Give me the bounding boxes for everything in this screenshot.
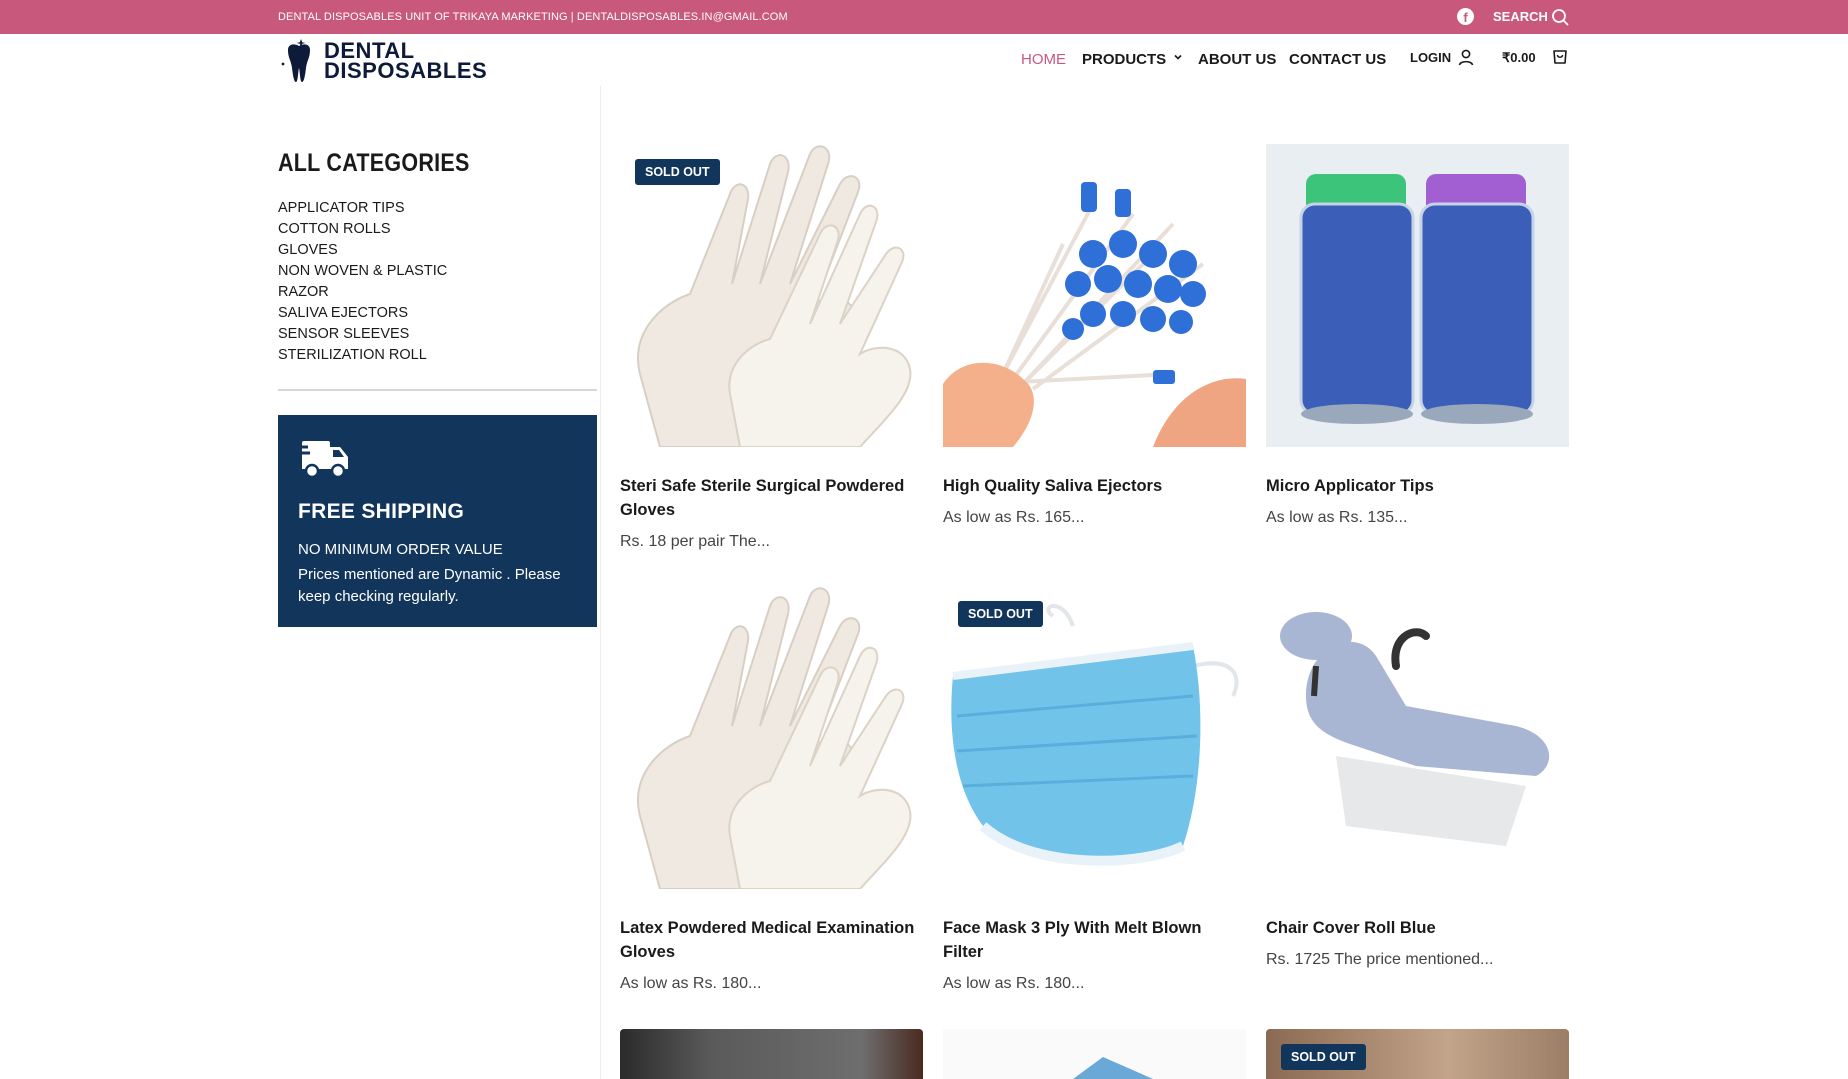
sold-out-badge: SOLD OUT: [635, 159, 720, 185]
free-shipping-box: FREE SHIPPING NO MINIMUM ORDER VALUE Pri…: [278, 415, 597, 627]
top-bar: DENTAL DISPOSABLES UNIT OF TRIKAYA MARKE…: [0, 0, 1848, 34]
product-image[interactable]: [1266, 144, 1569, 447]
site-logo[interactable]: DENTAL DISPOSABLES: [278, 36, 488, 84]
face-mask-image: [951, 604, 1239, 866]
category-link[interactable]: COTTON ROLLS: [278, 219, 447, 240]
category-link[interactable]: RAZOR: [278, 282, 447, 303]
nav-home[interactable]: HOME: [1021, 51, 1066, 68]
category-link[interactable]: APPLICATOR TIPS: [278, 198, 447, 219]
sold-out-badge: SOLD OUT: [1281, 1044, 1366, 1070]
product-image[interactable]: [1266, 586, 1569, 889]
category-link[interactable]: GLOVES: [278, 240, 447, 261]
micro-applicators-image: [1299, 174, 1535, 424]
topbar-contact-info: DENTAL DISPOSABLES UNIT OF TRIKAYA MARKE…: [278, 11, 788, 23]
sidebar-separator: [278, 389, 597, 391]
category-list: APPLICATOR TIPS COTTON ROLLS GLOVES NON …: [278, 198, 447, 366]
product-title[interactable]: Latex Powdered Medical Examination Glove…: [620, 916, 923, 964]
product-title[interactable]: Face Mask 3 Ply With Melt Blown Filter: [943, 916, 1246, 964]
product-price: As low as Rs. 165...: [943, 509, 1085, 526]
saliva-ejectors-image: [943, 182, 1246, 447]
product-title[interactable]: Chair Cover Roll Blue: [1266, 916, 1569, 940]
category-link[interactable]: SALIVA EJECTORS: [278, 303, 447, 324]
site-header: DENTAL DISPOSABLES HOME PRODUCTS ABOUT U…: [0, 34, 1848, 86]
search-link[interactable]: SEARCH: [1493, 9, 1548, 24]
product-image[interactable]: [943, 144, 1246, 447]
product-image[interactable]: [620, 1029, 923, 1079]
category-link[interactable]: NON WOVEN & PLASTIC: [278, 261, 447, 282]
sidebar-divider: [600, 86, 601, 1079]
product-title[interactable]: High Quality Saliva Ejectors: [943, 474, 1246, 498]
product-thumbnail: [1073, 1057, 1153, 1079]
logo-text-line2: DISPOSABLES: [324, 58, 488, 83]
product-price: As low as Rs. 135...: [1266, 509, 1408, 526]
product-image[interactable]: SOLD OUT: [620, 144, 923, 447]
product-price: As low as Rs. 180...: [620, 975, 762, 992]
nav-about-us[interactable]: ABOUT US: [1198, 51, 1276, 68]
login-link[interactable]: LOGIN: [1410, 50, 1451, 65]
nav-products[interactable]: PRODUCTS: [1082, 51, 1166, 68]
product-title[interactable]: Micro Applicator Tips: [1266, 474, 1569, 498]
delivery-truck-icon: [298, 441, 348, 479]
gloves-image: [637, 587, 912, 889]
gloves-image: [637, 145, 912, 447]
user-icon[interactable]: [1457, 48, 1475, 66]
category-link[interactable]: STERILIZATION ROLL: [278, 345, 447, 366]
product-image[interactable]: SOLD OUT: [1266, 1029, 1569, 1079]
product-price: Rs. 18 per pair The...: [620, 533, 770, 550]
product-image[interactable]: [943, 1029, 1246, 1079]
product-price: As low as Rs. 180...: [943, 975, 1085, 992]
search-icon[interactable]: [1551, 8, 1569, 26]
product-image[interactable]: SOLD OUT: [943, 586, 1246, 889]
chair-cover-image: [1280, 612, 1550, 846]
free-shipping-line2: Prices mentioned are Dynamic . Please ke…: [298, 566, 561, 605]
product-image[interactable]: [620, 586, 923, 889]
chevron-down-icon[interactable]: [1172, 51, 1184, 63]
free-shipping-line1: NO MINIMUM ORDER VALUE: [298, 541, 503, 558]
product-title[interactable]: Steri Safe Sterile Surgical Powdered Glo…: [620, 474, 923, 522]
tooth-logo-icon: [281, 39, 310, 82]
category-link[interactable]: SENSOR SLEEVES: [278, 324, 447, 345]
categories-heading: ALL CATEGORIES: [278, 149, 470, 177]
facebook-icon[interactable]: f: [1457, 8, 1474, 25]
cart-icon[interactable]: [1551, 47, 1569, 65]
free-shipping-heading: FREE SHIPPING: [298, 500, 465, 523]
cart-total[interactable]: ₹0.00: [1502, 50, 1536, 66]
nav-contact-us[interactable]: CONTACT US: [1289, 51, 1386, 68]
sold-out-badge: SOLD OUT: [958, 601, 1043, 627]
product-price: Rs. 1725 The price mentioned...: [1266, 951, 1494, 968]
